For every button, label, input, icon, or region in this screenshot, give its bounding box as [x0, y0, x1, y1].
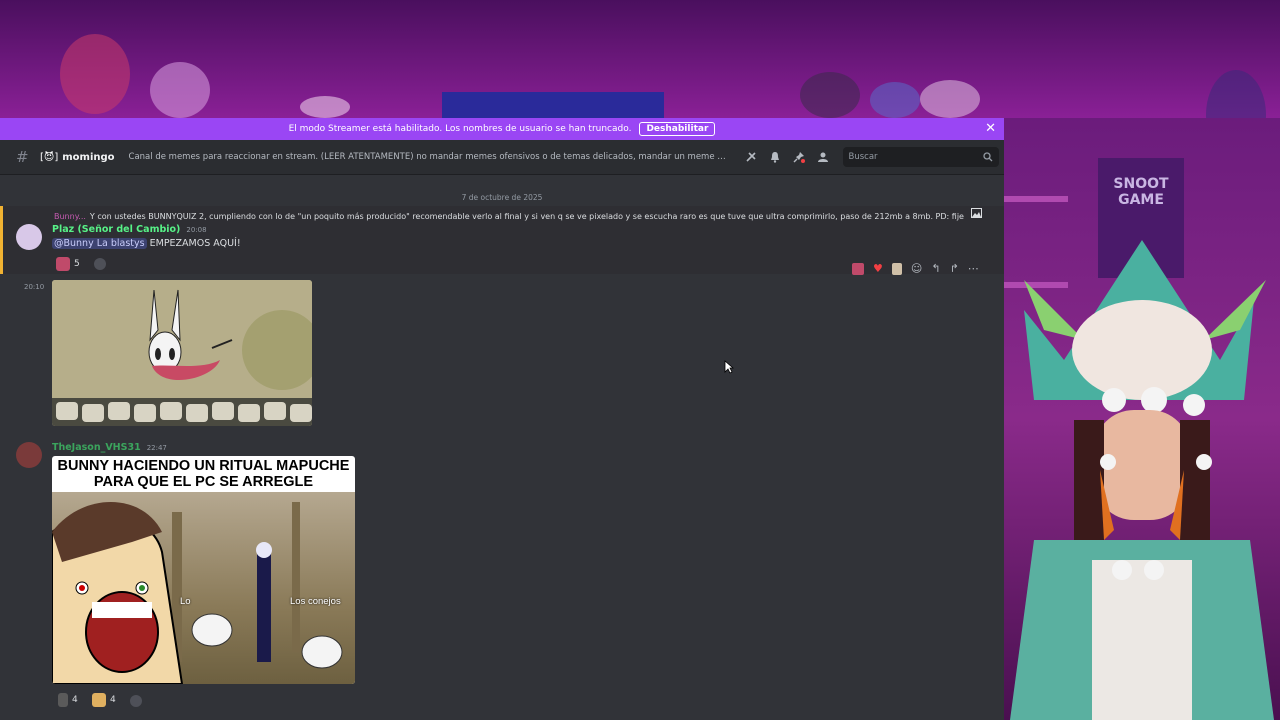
deco-figure: [300, 96, 350, 118]
meme-label-right: Los conejos: [290, 596, 341, 607]
image-icon: [971, 208, 982, 218]
disable-button[interactable]: Deshabilitar: [639, 122, 716, 136]
hash-icon: #: [16, 148, 29, 166]
deco-figure: [60, 34, 130, 114]
avatar[interactable]: [16, 224, 42, 250]
shelf: [1004, 196, 1068, 202]
mouse-cursor-icon: [724, 360, 734, 374]
message-content: @Bunny La blastys EMPEZAMOS AQUÍ!: [52, 238, 241, 249]
channel-name: momingo: [62, 151, 115, 163]
bell-icon[interactable]: [769, 151, 781, 163]
deco-board: [442, 92, 664, 118]
heart-icon[interactable]: ♥: [873, 262, 883, 275]
discord-window: El modo Streamer está habilitado. Los no…: [0, 118, 1004, 720]
reply-preview[interactable]: Bunny... Y con ustedes BUNNYQUIZ 2, cumpl…: [54, 212, 964, 221]
reply-text: Y con ustedes BUNNYQUIZ 2, cumpliendo co…: [89, 212, 964, 221]
message-toolbar: ♥ ☺ ↰ ↱ ⋯: [852, 262, 979, 275]
avatar[interactable]: [16, 442, 42, 468]
more-icon[interactable]: ⋯: [968, 262, 979, 275]
quick-react-figure-icon[interactable]: [891, 262, 902, 275]
reaction-count: 4: [72, 695, 78, 705]
deco-figure: [800, 72, 860, 118]
message-author[interactable]: TheJason_VHS31 22:47: [52, 442, 167, 453]
channel-topic[interactable]: Canal de memes para reaccionar en stream…: [129, 152, 731, 162]
reaction-count: 4: [110, 695, 116, 705]
quick-react-emoji-icon[interactable]: [852, 262, 864, 275]
deco-figure: [920, 80, 980, 118]
message-image[interactable]: BUNNY HACIENDO UN RITUAL MAPUCHE PARA QU…: [52, 456, 355, 684]
add-reaction-icon[interactable]: [93, 258, 106, 270]
username[interactable]: Plaz (Señor del Cambio): [52, 224, 180, 235]
meme-picture: [52, 492, 355, 684]
meme-caption: BUNNY HACIENDO UN RITUAL MAPUCHE PARA QU…: [57, 458, 350, 490]
message-text: EMPEZAMOS AQUÍ!: [146, 238, 241, 249]
message-image[interactable]: [52, 280, 312, 426]
message-time: 22:47: [146, 444, 167, 452]
members-icon[interactable]: [817, 151, 829, 163]
hornet-gif-image: [52, 280, 312, 426]
reaction[interactable]: 4: [92, 693, 116, 707]
streamer-mode-banner: El modo Streamer está habilitado. Los no…: [0, 118, 1004, 140]
reaction[interactable]: 5: [56, 257, 106, 271]
reaction-emoji-icon: [92, 693, 106, 707]
reply-icon[interactable]: ↰: [931, 262, 940, 275]
forward-icon[interactable]: ↱: [950, 262, 959, 275]
meme-label-left: Lo: [180, 596, 191, 607]
reaction-emoji-icon: [56, 257, 70, 271]
reaction-emoji-icon: [58, 693, 68, 707]
banner-text: El modo Streamer está habilitado. Los no…: [288, 124, 632, 134]
deco-figure: [870, 82, 920, 118]
channel-header: # [😈] momingo Canal de memes para reacci…: [0, 140, 1004, 175]
meme-drawing: [52, 502, 343, 684]
pin-icon[interactable]: [793, 151, 805, 163]
vtuber-avatar: [1010, 240, 1274, 720]
search-placeholder: Buscar: [848, 152, 878, 162]
username[interactable]: TheJason_VHS31: [52, 442, 141, 453]
message-time: 20:10: [24, 283, 45, 291]
channel-emoji: [😈]: [40, 151, 59, 163]
reply-username[interactable]: Bunny...: [54, 212, 86, 221]
threads-icon[interactable]: [745, 151, 757, 163]
deco-figure: [150, 62, 210, 118]
search-input[interactable]: Buscar: [842, 147, 999, 167]
reaction[interactable]: 4: [58, 693, 78, 707]
add-reaction-button-icon[interactable]: ☺: [911, 262, 922, 275]
user-mention[interactable]: @Bunny La blastys: [52, 238, 147, 249]
reaction-count: 5: [74, 259, 80, 269]
message-time: 20:08: [186, 226, 207, 234]
header-icons: [745, 151, 829, 163]
close-icon[interactable]: ✕: [985, 121, 996, 136]
add-reaction-icon[interactable]: [130, 695, 142, 707]
date-divider: 7 de octubre de 2025: [461, 193, 543, 202]
message-author[interactable]: Plaz (Señor del Cambio) 20:08: [52, 224, 207, 235]
search-icon: [982, 152, 992, 162]
